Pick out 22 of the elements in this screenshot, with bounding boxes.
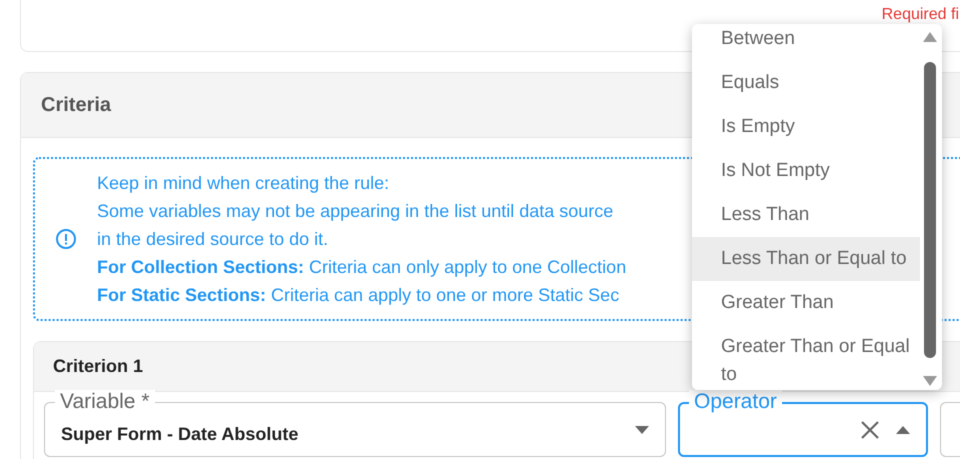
field-label: Operator bbox=[689, 390, 782, 414]
dropdown-option[interactable]: Greater Than bbox=[692, 281, 920, 325]
info-text: Keep in mind when creating the rule: bbox=[97, 172, 390, 195]
info-text: Some variables may not be appearing in the list until data source bbox=[97, 200, 614, 223]
criterion-title: Criterion 1 bbox=[53, 355, 144, 378]
info-text: For Collection Sections: Criteria can only apply to one Collection bbox=[97, 256, 626, 279]
section-title: Criteria bbox=[41, 93, 112, 118]
dropdown-option[interactable]: Less Than or Equal to bbox=[692, 237, 920, 281]
field-value: Super Form - Date Absolute bbox=[61, 423, 300, 446]
info-text: in the desired source to do it. bbox=[97, 228, 330, 251]
info-text: For Static Sections: Criteria can apply to one or more Static Sec bbox=[97, 284, 620, 307]
dropdown-option[interactable]: Greater Than or Equal to bbox=[692, 325, 920, 390]
dropdown-option[interactable]: Is Empty bbox=[692, 105, 920, 149]
dropdown-option[interactable]: Less Than bbox=[692, 193, 920, 237]
caret-icon[interactable] bbox=[635, 426, 649, 434]
dropdown-option[interactable]: Between bbox=[692, 24, 920, 61]
dropdown-option[interactable]: Is Not Empty bbox=[692, 149, 920, 193]
info-icon bbox=[55, 228, 77, 250]
dropdown-option[interactable]: Equals bbox=[692, 61, 920, 105]
required-note: Required fi bbox=[882, 6, 959, 24]
clear-icon[interactable] bbox=[860, 420, 880, 440]
caret-icon[interactable] bbox=[896, 426, 910, 434]
